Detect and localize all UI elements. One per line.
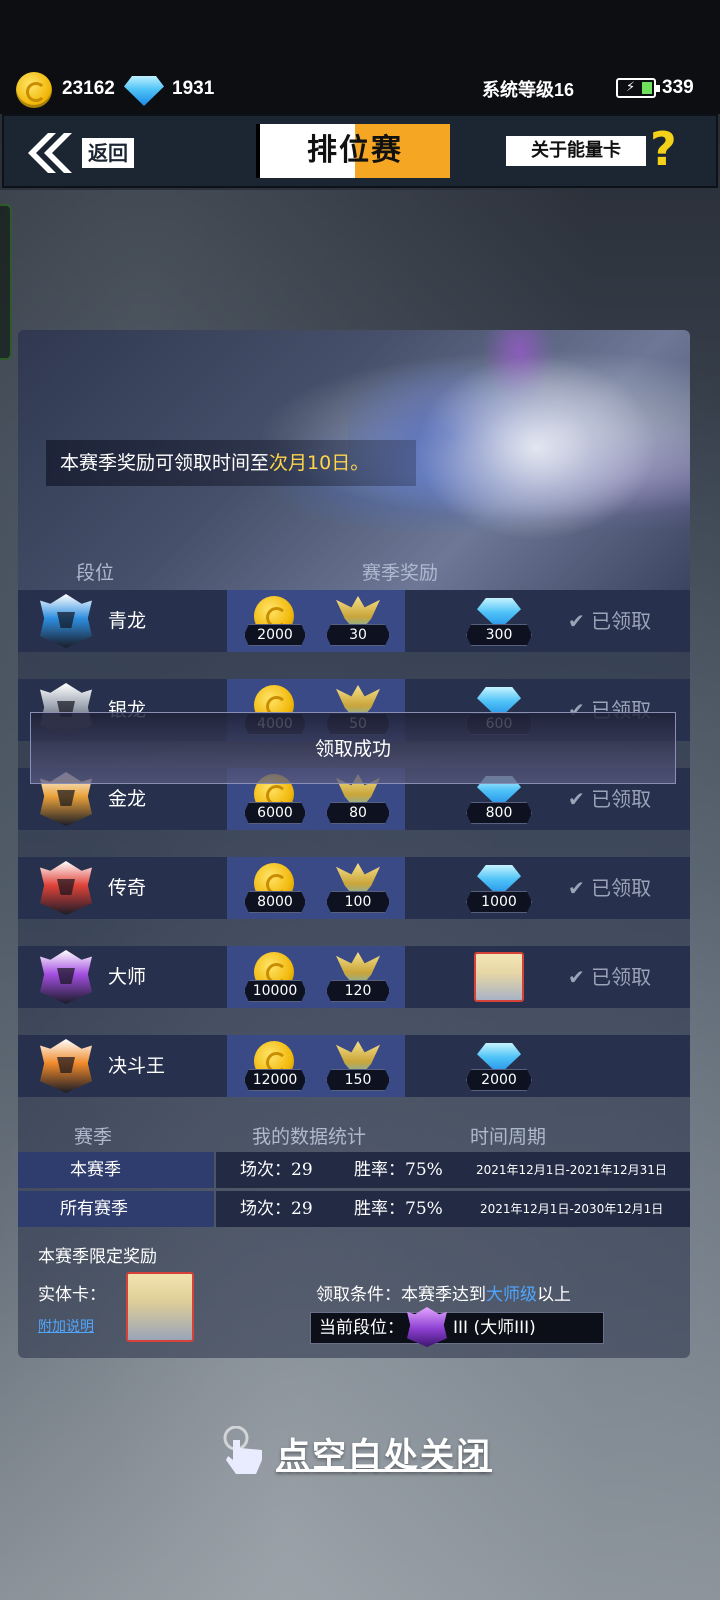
checkmark-icon: ✔ <box>568 965 585 989</box>
back-icon[interactable] <box>24 131 78 175</box>
ranking-panel: 本赛季奖励可领取时间至次月10日。 段位 赛季奖励 青龙 2000 30 300… <box>18 330 690 1358</box>
energy-count: 339 <box>662 77 694 98</box>
rank-name: 传奇 <box>108 877 147 899</box>
coin-reward-amount: 12000 <box>244 1069 306 1091</box>
rank-row: 青龙 2000 30 300 ✔ 已领取 <box>18 590 690 652</box>
season-banner: 本赛季奖励可领取时间至次月10日。 <box>18 330 690 592</box>
status-bar <box>0 0 720 70</box>
coin-reward-amount: 2000 <box>244 624 306 646</box>
wing-reward-amount: 30 <box>326 624 390 646</box>
side-tab[interactable] <box>0 204 12 360</box>
system-level: 系统等级16 <box>482 80 575 100</box>
rank-row: 大师 10000 120 ✔ 已领取 <box>18 946 690 1008</box>
limited-reward-title: 本赛季限定奖励 <box>38 1247 157 1267</box>
stats-winrate: 胜率：75% <box>354 1199 443 1219</box>
tap-hand-icon <box>222 1425 268 1478</box>
rank-badge-icon <box>40 594 92 648</box>
stats-matches: 场次：29 <box>240 1199 313 1219</box>
gem-reward-amount: 800 <box>466 802 532 824</box>
wing-reward-amount: 100 <box>326 891 390 913</box>
coin-reward-amount: 6000 <box>244 802 306 824</box>
claimed-status: ✔ 已领取 <box>568 965 652 989</box>
stats-period-header: 时间周期 <box>470 1126 547 1148</box>
card-reward-image <box>474 952 524 1002</box>
checkmark-icon: ✔ <box>568 609 585 633</box>
coin-icon <box>16 72 52 108</box>
master-badge-icon <box>407 1307 447 1347</box>
stats-row-all: 所有赛季 场次：29 胜率：75% 2021年12月1日-2030年12月1日 <box>18 1191 690 1227</box>
about-energy-card-button[interactable]: 关于能量卡 <box>506 136 646 166</box>
checkmark-icon: ✔ <box>568 787 585 811</box>
current-rank-label: 当前段位： <box>319 1318 404 1338</box>
rank-row: 决斗王 12000 150 2000 <box>18 1035 690 1097</box>
coin-reward-amount: 8000 <box>244 891 306 913</box>
current-rank-box: 当前段位： III (大师III) <box>310 1307 604 1347</box>
rank-name: 青龙 <box>108 610 147 632</box>
stats-data-header: 我的数据统计 <box>252 1126 367 1148</box>
gem-reward-amount: 1000 <box>466 891 532 913</box>
rank-badge-icon <box>40 950 92 1004</box>
rank-name: 大师 <box>108 966 147 988</box>
gem-reward-amount: 300 <box>466 624 532 646</box>
gem-count: 1931 <box>172 78 215 99</box>
claimed-status: ✔ 已领取 <box>568 876 652 900</box>
claim-condition: 领取条件：本赛季达到大师级以上 <box>316 1285 571 1305</box>
physical-card-label: 实体卡： <box>38 1285 106 1305</box>
help-icon[interactable]: ? <box>650 122 677 176</box>
rank-column-header: 段位 <box>76 562 115 584</box>
additional-info-link[interactable]: 附加说明 <box>38 1316 94 1336</box>
stats-season-label: 所有赛季 <box>60 1199 128 1219</box>
stats-season-label: 本赛季 <box>70 1160 121 1180</box>
stats-period: 2021年12月1日-2030年12月1日 <box>480 1202 664 1216</box>
stats-matches: 场次：29 <box>240 1160 313 1180</box>
wing-reward-amount: 150 <box>326 1069 390 1091</box>
battery-icon: ⚡ <box>616 78 660 98</box>
top-header: 返回 排位赛 关于能量卡 ? <box>2 114 718 188</box>
reward-column-header: 赛季奖励 <box>362 562 439 584</box>
physical-card-image[interactable] <box>126 1272 194 1342</box>
stats-row-current: 本赛季 场次：29 胜率：75% 2021年12月1日-2021年12月31日 <box>18 1152 690 1188</box>
gem-reward-amount: 2000 <box>466 1069 532 1091</box>
checkmark-icon: ✔ <box>568 876 585 900</box>
rank-badge-icon <box>40 1039 92 1093</box>
stats-period: 2021年12月1日-2021年12月31日 <box>476 1163 667 1177</box>
page-title: 排位赛 <box>256 124 450 178</box>
tap-to-close-hint[interactable]: 点空白处关闭 <box>276 1428 492 1477</box>
gem-icon <box>124 76 164 106</box>
back-button[interactable]: 返回 <box>82 138 134 168</box>
wing-reward-amount: 120 <box>326 980 390 1002</box>
claimed-status: ✔ 已领取 <box>568 609 652 633</box>
coin-reward-amount: 10000 <box>244 980 306 1002</box>
current-rank-value: III (大师III) <box>453 1318 536 1338</box>
rank-badge-icon <box>40 861 92 915</box>
toast-message: 领取成功 <box>30 712 676 784</box>
rank-name: 决斗王 <box>108 1055 166 1077</box>
rank-row: 传奇 8000 100 1000 ✔ 已领取 <box>18 857 690 919</box>
stats-winrate: 胜率：75% <box>354 1160 443 1180</box>
wing-reward-amount: 80 <box>326 802 390 824</box>
coin-count: 23162 <box>62 78 115 99</box>
resource-bar: 23162 1931 系统等级16 339 <box>0 70 720 114</box>
season-note: 本赛季奖励可领取时间至次月10日。 <box>46 440 416 486</box>
stats-season-header: 赛季 <box>74 1126 113 1148</box>
